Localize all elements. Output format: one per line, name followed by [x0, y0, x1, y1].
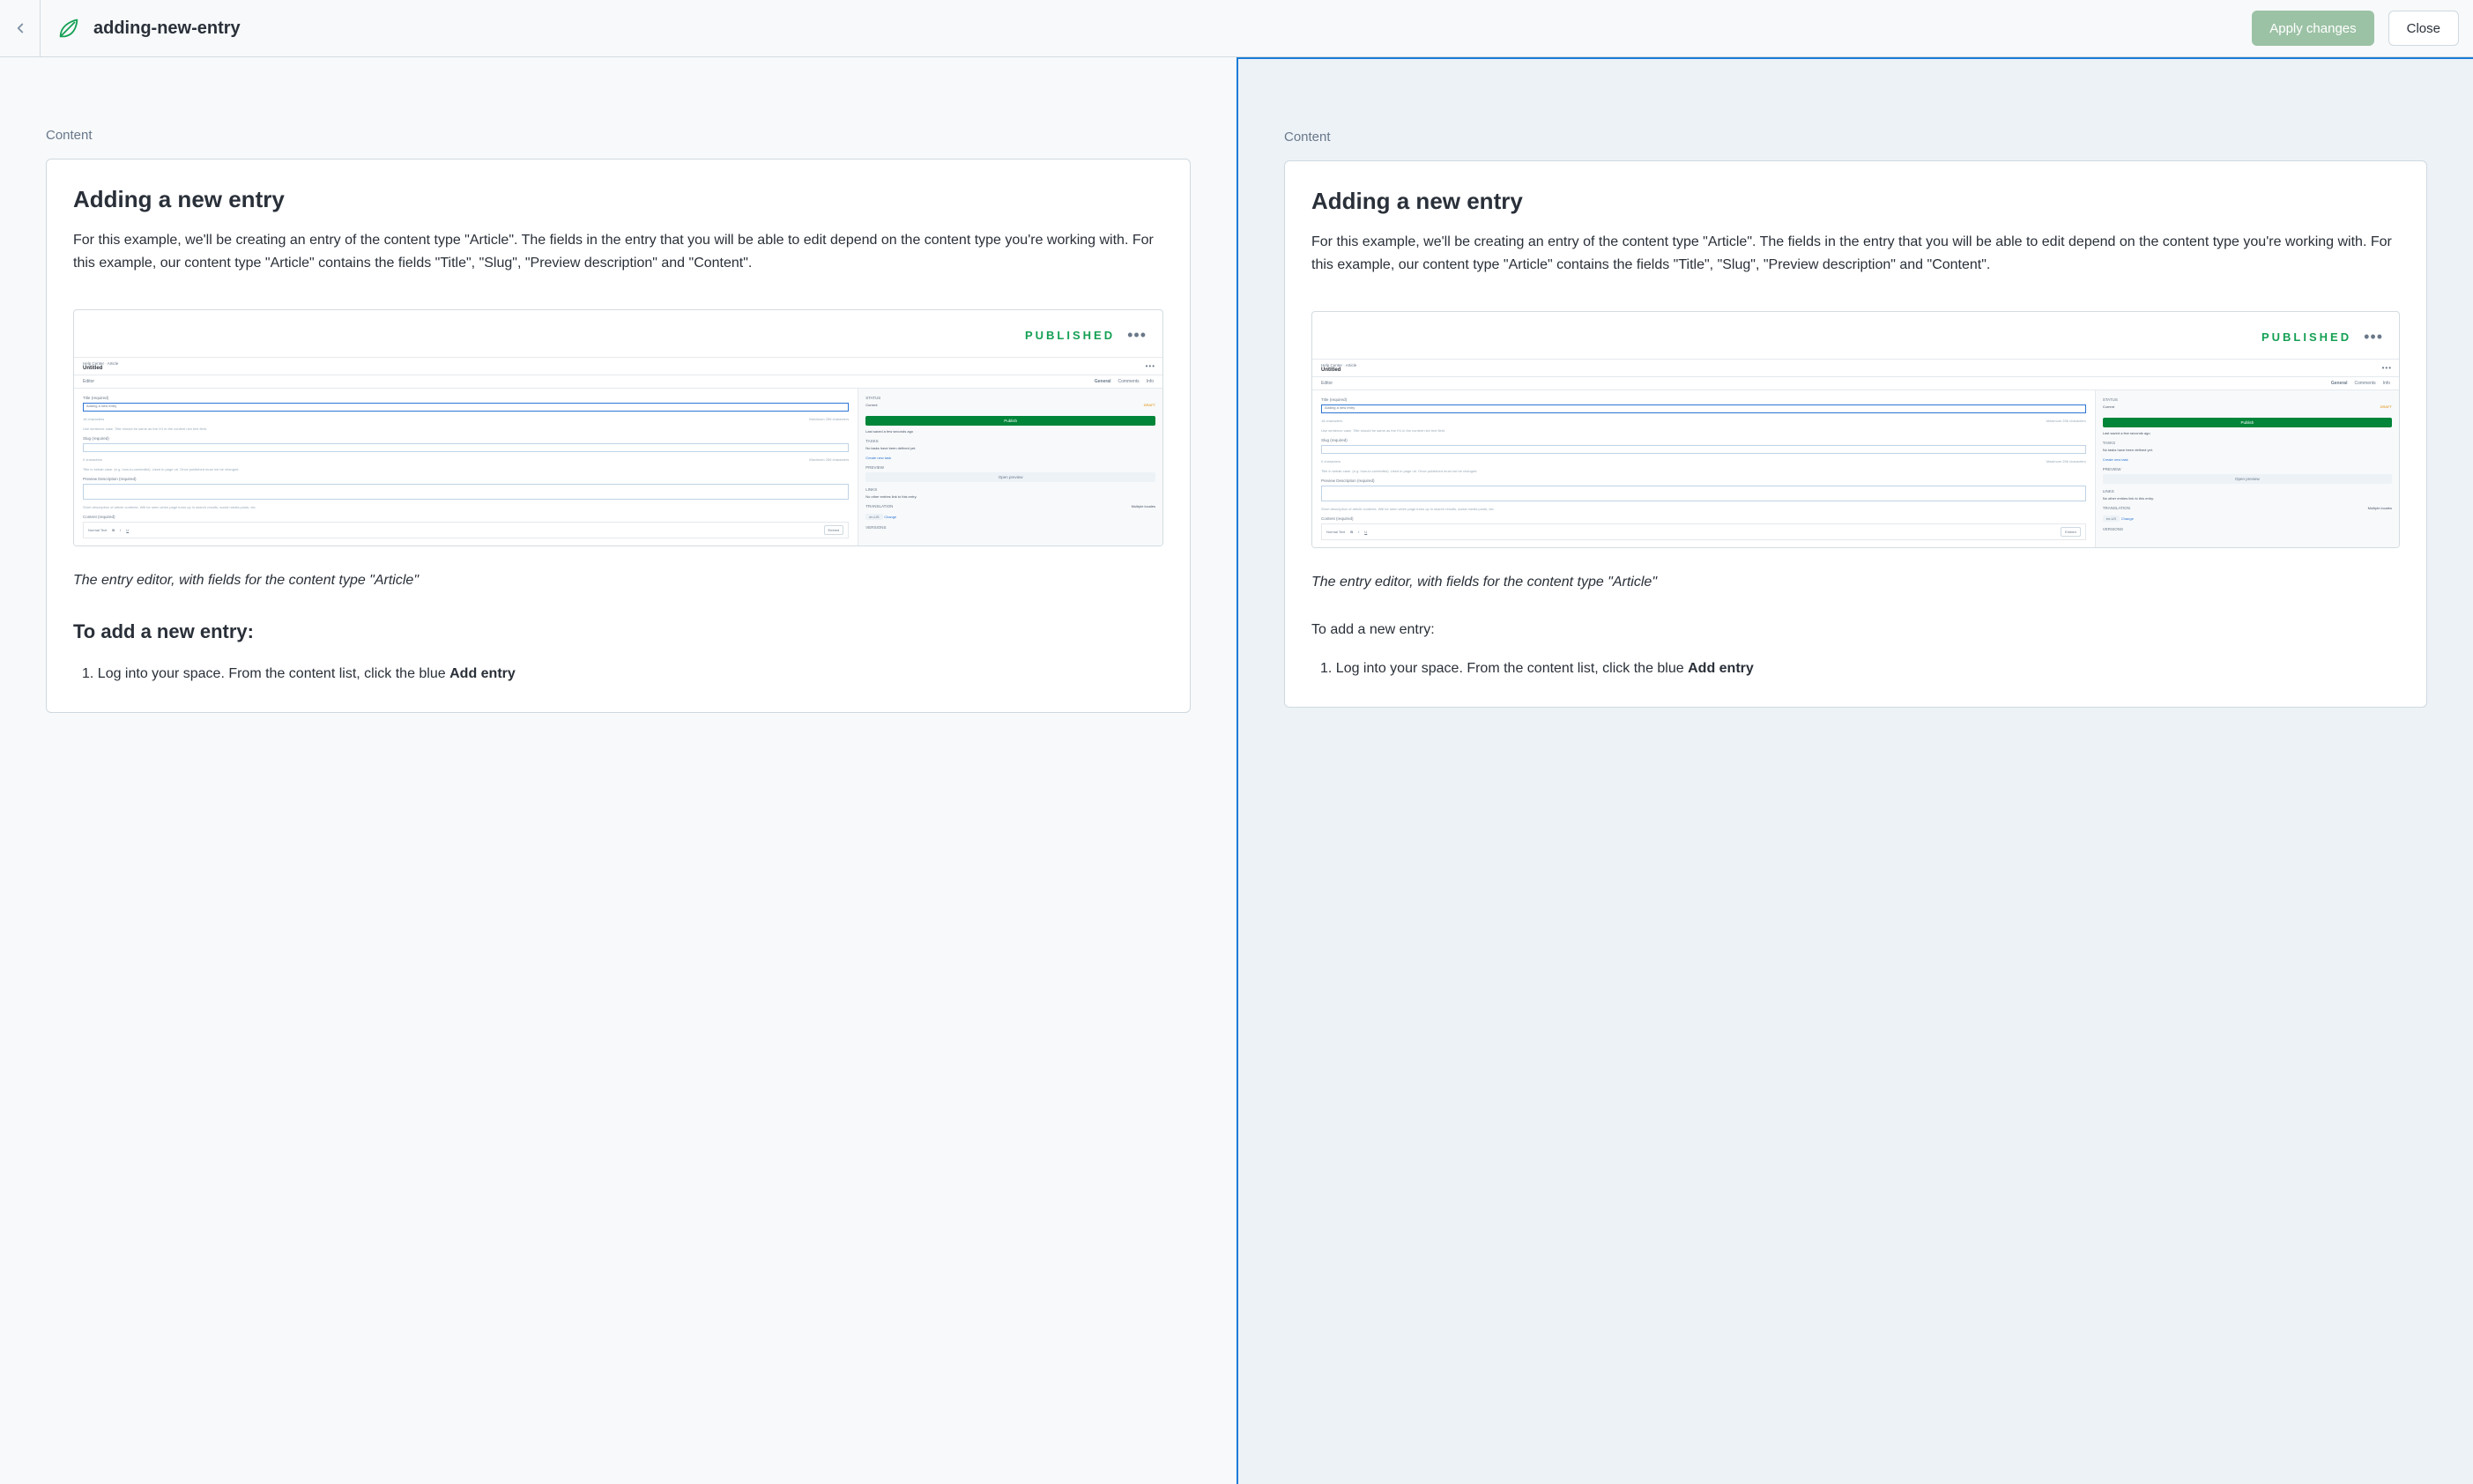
mock-tab-info: Info	[1147, 379, 1154, 384]
mock-slug-input	[83, 443, 849, 452]
section-label: Content	[46, 128, 1191, 143]
mock-entry-title: Untitled	[83, 366, 1137, 371]
leaf-icon	[56, 16, 81, 41]
article-body: For this example, we'll be creating an e…	[1311, 231, 2400, 276]
compare-view: Content Adding a new entry For this exam…	[0, 57, 2473, 1484]
embedded-screenshot: PUBLISHED ••• Help Center · Article Unti…	[73, 309, 1163, 546]
right-pane: Content Adding a new entry For this exam…	[1236, 57, 2473, 1484]
editor-mock: Help Center · Article Untitled ••• Edito…	[74, 357, 1162, 545]
mock-title-hint: Use sentence case. Title should be same …	[83, 427, 849, 431]
page-title: adding-new-entry	[93, 19, 241, 39]
mock-preview-hint: Short description of article contents. W…	[83, 505, 849, 509]
step-1: 1. Log into your space. From the content…	[82, 663, 1163, 686]
sub-heading: To add a new entry:	[1311, 622, 2400, 638]
more-icon[interactable]: •••	[1127, 326, 1147, 345]
published-badge: PUBLISHED	[1025, 329, 1115, 342]
mock-preview-input	[83, 484, 849, 500]
mock-preview-label: Preview Description (required)	[83, 477, 849, 481]
mock-tab-general: General	[1095, 379, 1111, 384]
close-button[interactable]: Close	[2388, 11, 2459, 46]
mock-tab-comments: Comments	[1118, 379, 1139, 384]
published-badge: PUBLISHED	[2261, 330, 2351, 344]
image-caption: The entry editor, with fields for the co…	[1311, 575, 2400, 590]
mock-editor-tab: Editor	[83, 379, 94, 384]
mock-toolbar: Normal Text B I U Embed	[83, 522, 849, 538]
mock-content-label: Content (required)	[83, 515, 849, 519]
embedded-screenshot: PUBLISHED ••• Help Center · Article Unti…	[1311, 311, 2400, 548]
article-body: For this example, we'll be creating an e…	[73, 229, 1163, 274]
content-card-right: Adding a new entry For this example, we'…	[1284, 160, 2427, 708]
article-heading: Adding a new entry	[1311, 188, 2400, 215]
image-caption: The entry editor, with fields for the co…	[73, 573, 1163, 589]
step-1: 1. Log into your space. From the content…	[1320, 657, 2400, 680]
left-pane: Content Adding a new entry For this exam…	[0, 57, 1236, 1484]
article-heading: Adding a new entry	[73, 186, 1163, 213]
mock-title-input: Adding a new entry	[83, 403, 849, 412]
apply-changes-button[interactable]: Apply changes	[2252, 11, 2373, 46]
mock-slug-label: Slug (required)	[83, 436, 849, 441]
mock-title-label: Title (required)	[83, 396, 849, 400]
mock-publish-button: Publish	[865, 416, 1155, 426]
header-bar: adding-new-entry Apply changes Close	[0, 0, 2473, 57]
back-button[interactable]	[0, 0, 41, 56]
mock-more-icon: •••	[1146, 362, 1162, 370]
more-icon[interactable]: •••	[2364, 328, 2383, 346]
content-card-left: Adding a new entry For this example, we'…	[46, 159, 1191, 713]
mock-slug-hint: Title in kebab case. (e.g. how-to-conten…	[83, 467, 849, 471]
section-label: Content	[1284, 130, 2427, 145]
sub-heading: To add a new entry:	[73, 620, 1163, 643]
header-actions: Apply changes Close	[2252, 11, 2459, 46]
editor-mock: Help Center · Article Untitled ••• Edito…	[1312, 359, 2399, 547]
chevron-left-icon	[12, 20, 28, 36]
